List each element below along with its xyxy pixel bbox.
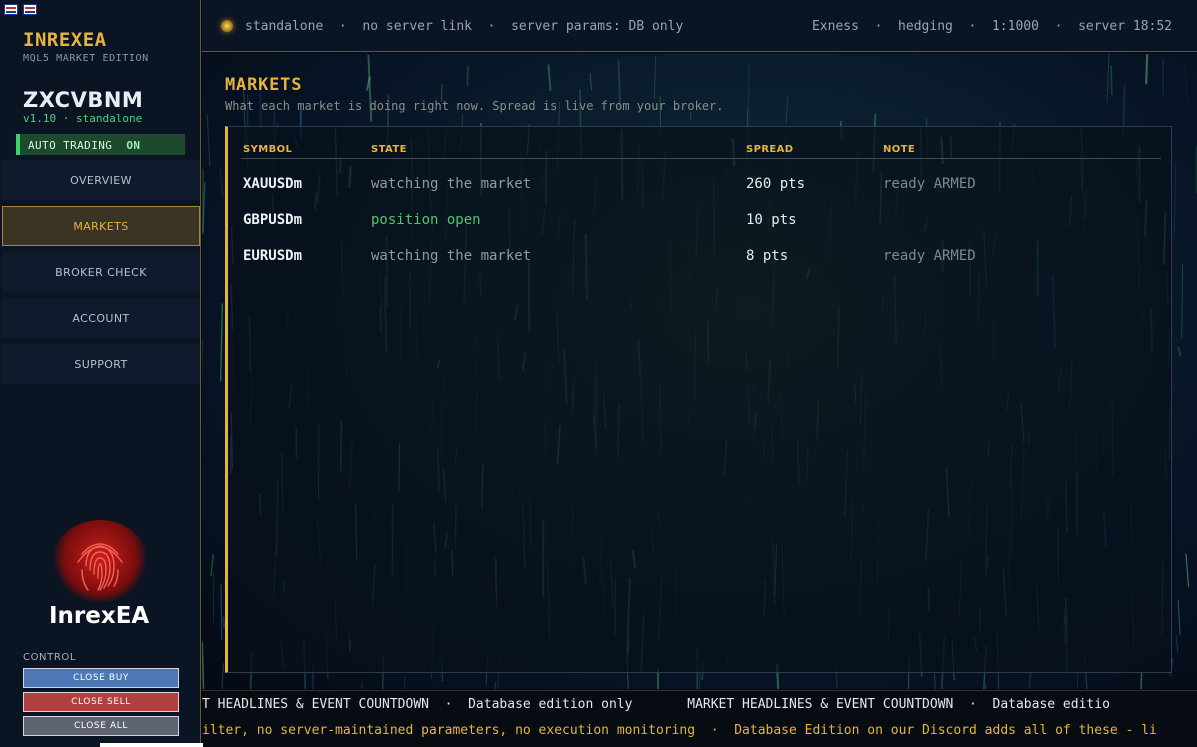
sidebar-nav: OVERVIEW MARKETS BROKER CHECK ACCOUNT SU… [2, 160, 200, 390]
promo-ticker-text: ilter, no server-maintained parameters, … [202, 723, 1157, 738]
rain-streak [934, 674, 936, 689]
nav-item-label: OVERVIEW [70, 173, 132, 187]
status-bar: standalone · no server link · server par… [202, 0, 1197, 52]
close-sell-button[interactable]: CLOSE SELL [23, 692, 179, 712]
column-header-spread: SPREAD [746, 144, 794, 155]
auto-trading-status: AUTO TRADING ON [16, 134, 185, 155]
close-buy-button[interactable]: CLOSE BUY [23, 668, 179, 688]
table-row[interactable]: EURUSDm watching the market 8 pts ready … [241, 248, 1161, 270]
rain-streak [206, 113, 211, 167]
rain-streak [1177, 346, 1182, 357]
rain-streak [220, 583, 223, 640]
rain-streak [547, 64, 552, 91]
rain-streak [1106, 53, 1110, 103]
cell-symbol: XAUUSDm [243, 176, 303, 192]
markets-page: MARKETS What each market is doing right … [202, 53, 1197, 689]
nav-item-support[interactable]: SUPPORT [2, 344, 200, 384]
chart-properties-icon[interactable] [4, 4, 18, 15]
chart-toolbar [4, 4, 37, 15]
cell-spread: 260 pts [746, 176, 806, 192]
rain-streak [1185, 553, 1190, 587]
auto-trading-label: AUTO TRADING [28, 139, 113, 152]
rain-streak [653, 56, 656, 100]
rain-streak [589, 73, 592, 91]
page-title: MARKETS [225, 75, 303, 95]
connection-status-icon [221, 20, 233, 32]
bottom-strip [100, 743, 203, 747]
cell-spread: 8 pts [746, 248, 789, 264]
control-label: CONTROL [23, 652, 77, 663]
brand-subtitle: MQL5 MARKET EDITION [23, 53, 149, 64]
rain-streak [219, 303, 224, 382]
nav-item-broker-check[interactable]: BROKER CHECK [2, 252, 200, 292]
nav-item-label: BROKER CHECK [55, 265, 147, 279]
account-name: ZXCVBNM [23, 88, 144, 112]
rain-streak [1184, 62, 1189, 104]
rain-streak [1145, 54, 1149, 85]
promo-ticker: ilter, no server-maintained parameters, … [202, 717, 1197, 747]
status-right: Exness · hedging · 1:1000 · server 18:52 [811, 19, 1172, 34]
cell-state: watching the market [371, 248, 532, 264]
cell-symbol: GBPUSDm [243, 212, 303, 228]
rain-streak [1110, 65, 1113, 95]
nav-item-label: ACCOUNT [72, 311, 130, 325]
rain-streak [1173, 165, 1177, 234]
sidebar: INREXEA MQL5 MARKET EDITION ZXCVBNM v1.1… [0, 0, 201, 747]
page-subtitle: What each market is doing right now. Spr… [225, 99, 724, 113]
nav-item-label: MARKETS [73, 219, 129, 233]
nav-item-overview[interactable]: OVERVIEW [2, 160, 200, 200]
fingerprint-logo-icon [52, 520, 148, 602]
rain-streak [1175, 635, 1179, 652]
brand-title: INREXEA [23, 29, 107, 51]
cell-symbol: EURUSDm [243, 248, 303, 264]
column-header-state: STATE [371, 144, 407, 155]
rain-streak [466, 65, 469, 86]
table-row[interactable]: GBPUSDm position open 10 pts [241, 212, 1161, 234]
markets-table: SYMBOL STATE SPREAD NOTE XAUUSDm watchin… [225, 126, 1172, 673]
rain-streak [1181, 264, 1183, 338]
rain-streak [219, 169, 224, 198]
chart-window-icon[interactable] [23, 4, 37, 15]
rain-streak [221, 663, 225, 689]
cell-state: watching the market [371, 176, 532, 192]
version-line: v1.10 · standalone [23, 112, 143, 125]
rain-streak [785, 96, 789, 124]
news-ticker-text: T HEADLINES & EVENT COUNTDOWN · Database… [202, 697, 1110, 712]
rain-streak [361, 681, 364, 689]
rain-streak [1177, 600, 1181, 635]
column-header-symbol: SYMBOL [243, 144, 293, 155]
table-header: SYMBOL STATE SPREAD NOTE [241, 144, 1161, 159]
news-ticker: T HEADLINES & EVENT COUNTDOWN · Database… [202, 690, 1197, 717]
cell-note: ready ARMED [883, 176, 976, 192]
close-all-button[interactable]: CLOSE ALL [23, 716, 179, 736]
table-row[interactable]: XAUUSDm watching the market 260 pts read… [241, 176, 1161, 198]
rain-streak [1140, 672, 1143, 689]
logo-wordmark: InrexEA [49, 603, 150, 629]
cell-state: position open [371, 212, 481, 228]
column-header-note: NOTE [883, 144, 916, 155]
rain-streak [494, 681, 497, 689]
cell-spread: 10 pts [746, 212, 797, 228]
nav-item-account[interactable]: ACCOUNT [2, 298, 200, 338]
rain-streak [210, 554, 215, 577]
nav-item-label: SUPPORT [74, 357, 128, 371]
rain-streak [1028, 672, 1032, 689]
status-left: standalone · no server link · server par… [245, 19, 684, 34]
cell-note: ready ARMED [883, 248, 976, 264]
rain-streak [202, 641, 205, 689]
auto-trading-state: ON [126, 139, 141, 152]
nav-item-markets[interactable]: MARKETS [2, 206, 200, 246]
